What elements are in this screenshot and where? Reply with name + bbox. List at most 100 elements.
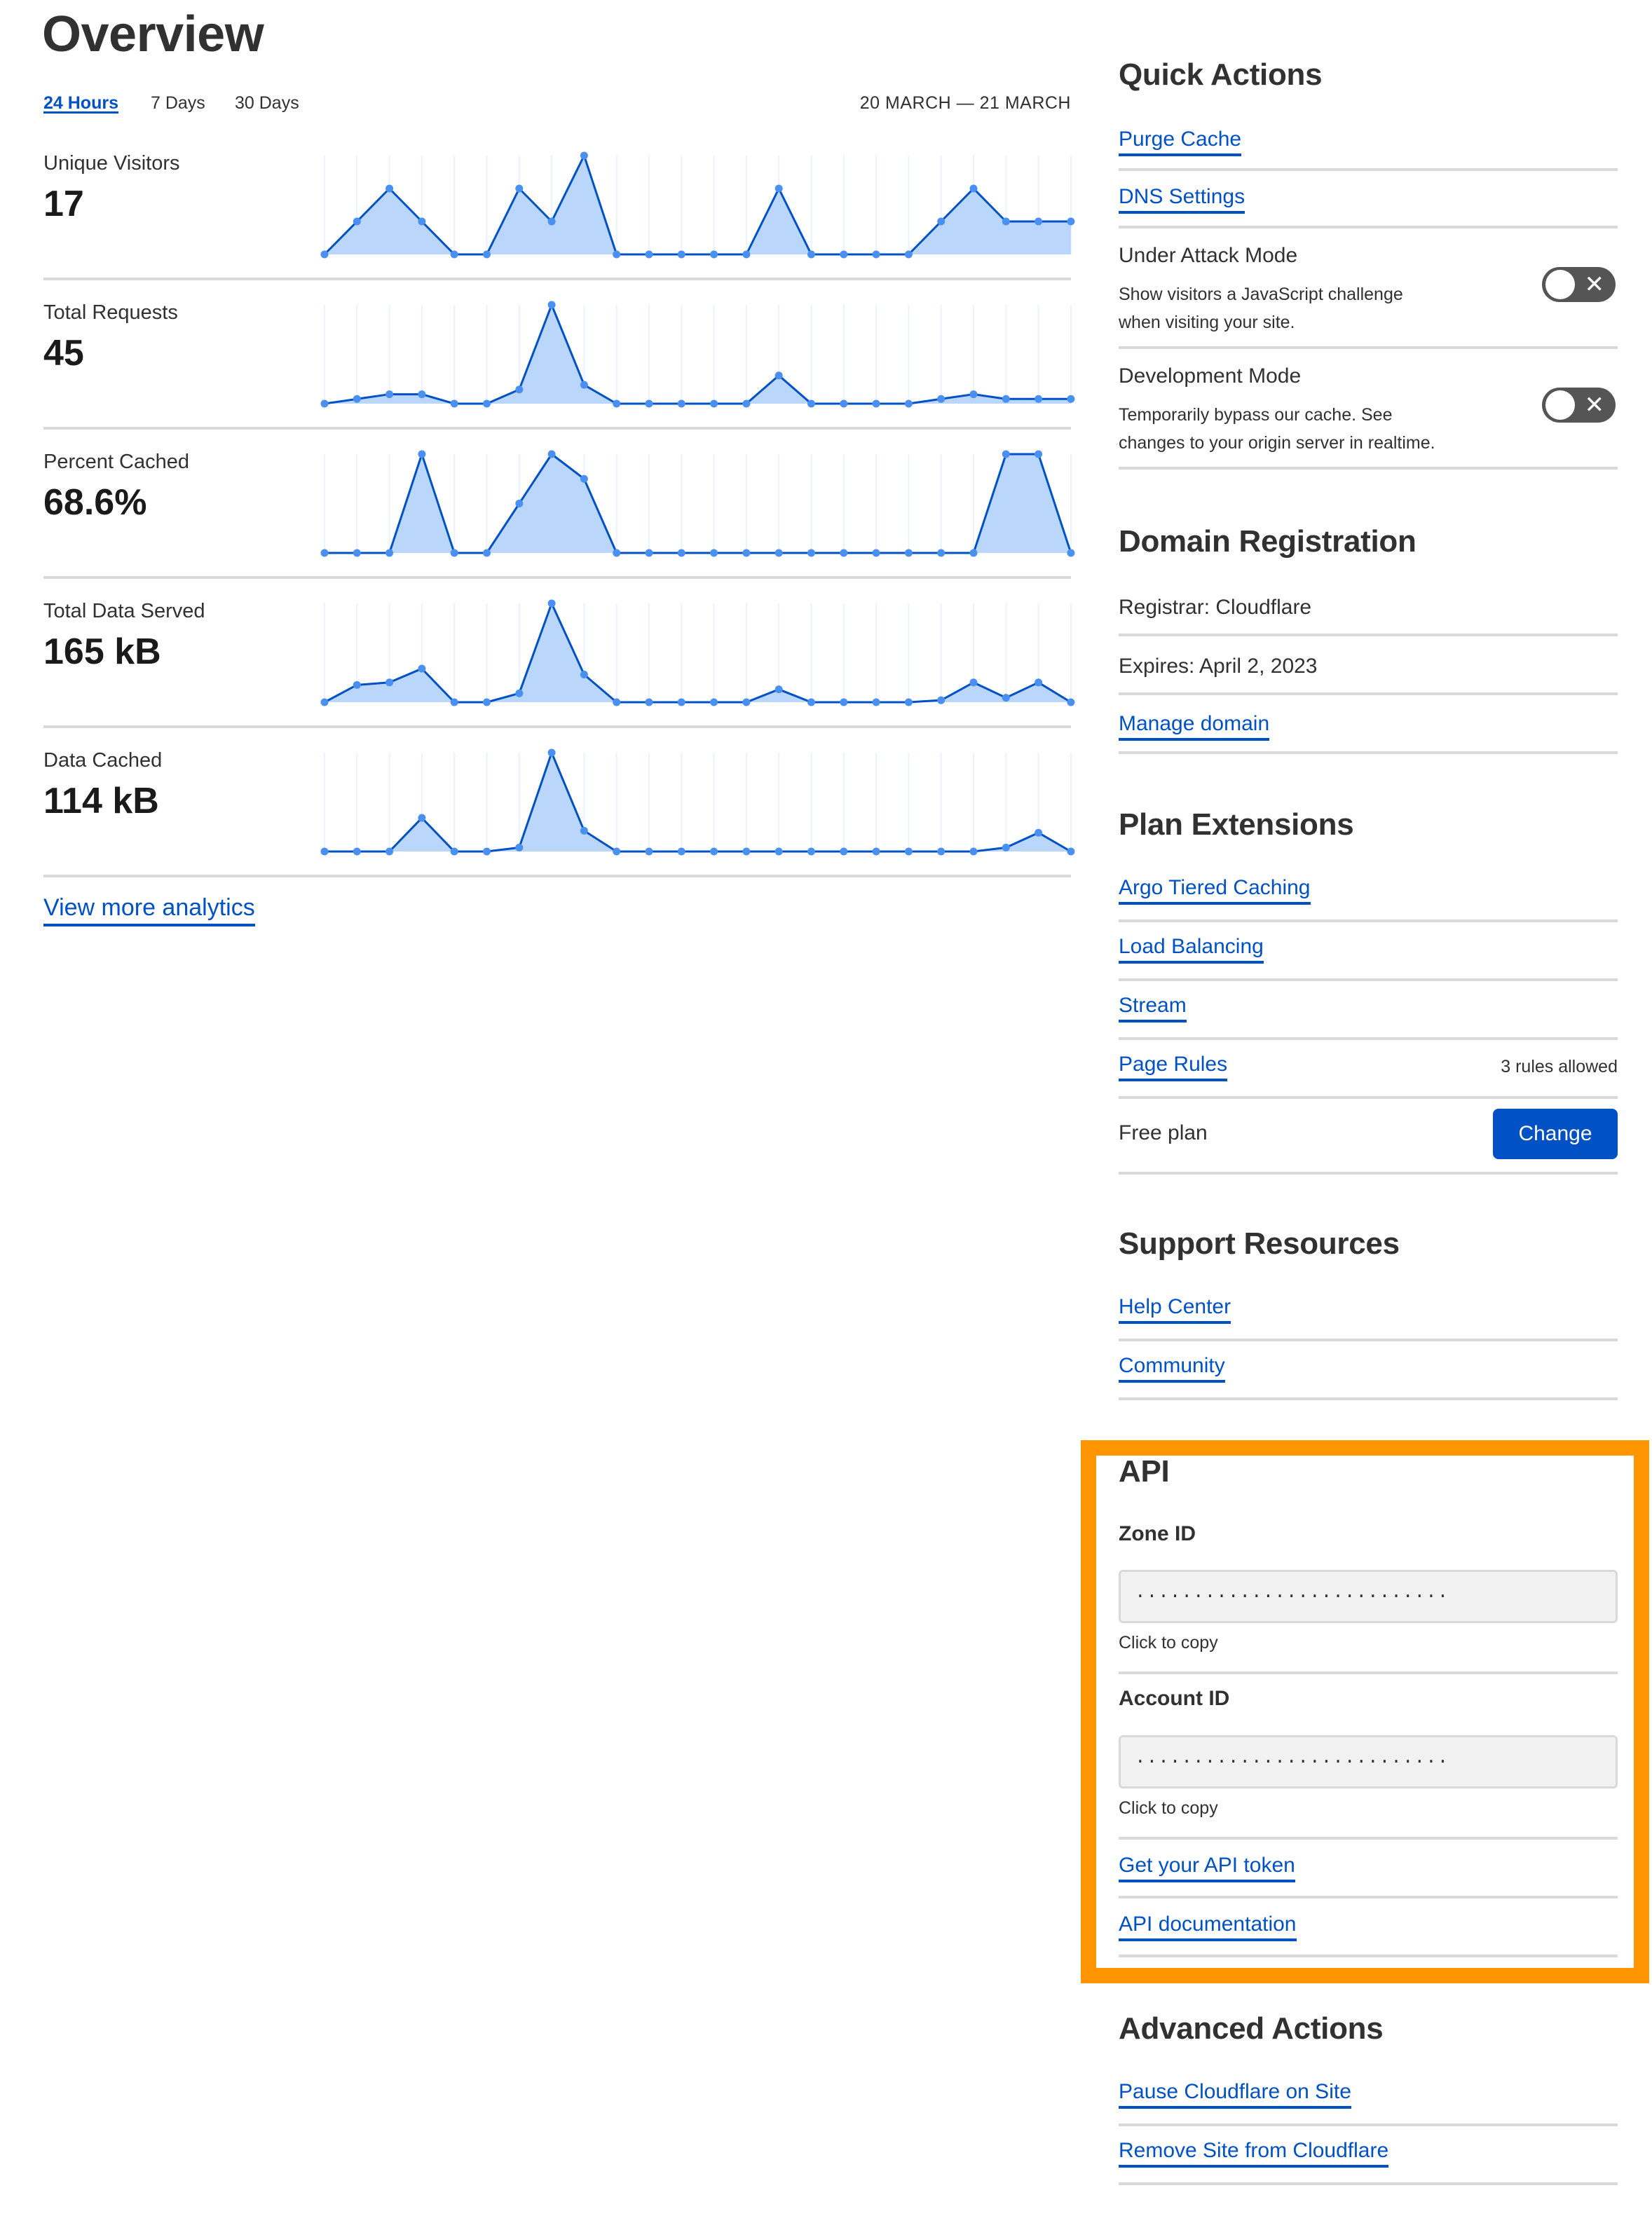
data-point (1002, 450, 1010, 458)
row-divider (43, 875, 1071, 877)
registrar-text: Registrar: Cloudflare (1119, 596, 1312, 619)
data-point (677, 698, 685, 706)
zone-id-copy-hint: Click to copy (1119, 1633, 1218, 1653)
description-line: changes to your origin server in realtim… (1119, 433, 1435, 453)
data-point (450, 549, 458, 557)
zone-id-field[interactable]: ........................... (1119, 1570, 1618, 1623)
data-point (677, 399, 685, 408)
data-point (904, 399, 913, 408)
data-point (1067, 698, 1075, 706)
data-point (677, 847, 685, 856)
data-point (613, 250, 621, 259)
remove-site-link[interactable]: Remove Site from Cloudflare (1119, 2139, 1389, 2168)
divider (1119, 919, 1618, 922)
account-id-field[interactable]: ........................... (1119, 1735, 1618, 1788)
metric-total-requests: Total Requests 45 (43, 280, 1075, 430)
range-tab-7-days[interactable]: 7 Days (151, 93, 205, 114)
quick-actions-heading: Quick Actions (1119, 57, 1323, 92)
view-more-analytics-link[interactable]: View more analytics (43, 894, 255, 926)
metric-label: Unique Visitors (43, 152, 180, 175)
stream-link[interactable]: Stream (1119, 994, 1187, 1022)
data-point (450, 698, 458, 706)
date-range: 20 MARCH — 21 MARCH (859, 93, 1071, 113)
data-point (320, 698, 329, 706)
data-point (547, 450, 556, 458)
data-point (1067, 217, 1075, 226)
divider (1119, 1339, 1618, 1341)
get-api-token-link[interactable]: Get your API token (1119, 1854, 1295, 1882)
data-point (742, 250, 751, 259)
manage-domain-link[interactable]: Manage domain (1119, 712, 1270, 741)
account-id-copy-hint: Click to copy (1119, 1798, 1218, 1818)
data-point (937, 549, 946, 557)
data-point (969, 549, 978, 557)
api-heading: API (1119, 1454, 1170, 1489)
divider (1119, 467, 1618, 470)
data-point (774, 371, 783, 380)
data-point (418, 664, 426, 673)
data-point (320, 847, 329, 856)
data-point (515, 843, 524, 851)
divider (1119, 692, 1618, 695)
data-point (385, 847, 394, 856)
zone-id-label: Zone ID (1119, 1522, 1196, 1545)
divider (1119, 1896, 1618, 1899)
data-point (515, 689, 524, 697)
data-point (872, 847, 880, 856)
metric-value: 17 (43, 184, 84, 224)
development-mode-title: Development Mode (1119, 364, 1302, 388)
under-attack-mode-toggle[interactable]: ✕ (1542, 267, 1616, 302)
data-point (515, 500, 524, 507)
data-point (385, 184, 394, 193)
data-point (904, 549, 913, 557)
metric-value: 45 (43, 333, 84, 374)
toggle-knob (1545, 390, 1575, 420)
range-tab-30-days[interactable]: 30 Days (235, 93, 299, 114)
metric-label: Total Requests (43, 301, 178, 324)
development-mode-toggle[interactable]: ✕ (1542, 388, 1616, 423)
data-point (547, 217, 556, 226)
data-point (677, 549, 685, 557)
data-point (710, 399, 718, 408)
support-resources-heading: Support Resources (1119, 1226, 1400, 1261)
data-point (385, 390, 394, 399)
data-point (937, 395, 946, 403)
data-point (872, 549, 880, 557)
data-point (742, 698, 751, 706)
range-tab-24-hours[interactable]: 24 Hours (43, 93, 118, 114)
divider (1119, 1671, 1618, 1674)
data-point (710, 847, 718, 856)
data-point (320, 399, 329, 408)
metric-label: Total Data Served (43, 600, 205, 622)
data-point (418, 390, 426, 399)
sparkline-total-data-served (320, 599, 1075, 706)
data-point (1067, 395, 1075, 403)
data-point (613, 698, 621, 706)
data-point (1002, 395, 1010, 403)
data-point (840, 549, 848, 557)
toggle-knob (1545, 270, 1575, 299)
x-icon: ✕ (1584, 271, 1605, 298)
data-point (320, 549, 329, 557)
data-point (547, 748, 556, 757)
plan-label: Free plan (1119, 1121, 1208, 1144)
change-plan-button[interactable]: Change (1493, 1109, 1618, 1159)
data-point (320, 250, 329, 259)
divider (1119, 168, 1618, 171)
argo-tiered-caching-link[interactable]: Argo Tiered Caching (1119, 876, 1311, 905)
dns-settings-link[interactable]: DNS Settings (1119, 185, 1245, 214)
purge-cache-link[interactable]: Purge Cache (1119, 128, 1242, 156)
data-point (969, 847, 978, 856)
data-point (483, 250, 491, 259)
data-point (353, 395, 361, 403)
advanced-actions-heading: Advanced Actions (1119, 2011, 1384, 2046)
page-rules-allowance: 3 rules allowed (1501, 1057, 1618, 1076)
api-documentation-link[interactable]: API documentation (1119, 1913, 1297, 1941)
page-rules-link[interactable]: Page Rules (1119, 1053, 1228, 1081)
load-balancing-link[interactable]: Load Balancing (1119, 935, 1264, 964)
pause-cloudflare-link[interactable]: Pause Cloudflare on Site (1119, 2080, 1351, 2109)
help-center-link[interactable]: Help Center (1119, 1295, 1231, 1324)
data-point (645, 549, 653, 557)
community-link[interactable]: Community (1119, 1354, 1225, 1383)
data-point (580, 151, 588, 160)
